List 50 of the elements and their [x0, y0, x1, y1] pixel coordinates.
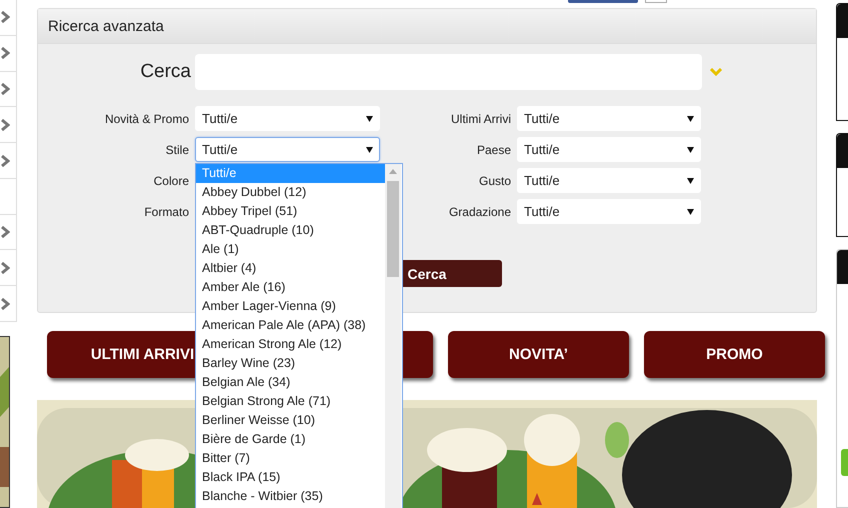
chevron-icon: [0, 118, 10, 131]
field-label: Formato: [143, 204, 190, 218]
chevron-icon: [0, 47, 10, 60]
scrollbar-thumb[interactable]: [387, 181, 399, 277]
select-field[interactable]: Tutti/e: [195, 137, 380, 162]
caret-icon: [687, 146, 694, 153]
field-label: Gusto: [478, 174, 512, 188]
field-label: Stile: [164, 142, 190, 156]
dropdown-option[interactable]: Belgian Strong Ale (71): [196, 392, 385, 411]
chevron-icon: [0, 82, 10, 95]
chevron-icon: [0, 262, 10, 274]
select-field[interactable]: Tutti/e: [517, 137, 701, 162]
nav-button[interactable]: NOVITA’: [448, 331, 629, 378]
chevron-icon: [0, 226, 10, 238]
dropdown-option[interactable]: Amber Lager-Vienna (9): [196, 297, 385, 316]
dropdown-option[interactable]: Bitter (7): [196, 449, 385, 468]
field-label: Novità & Promo: [104, 112, 190, 126]
field-label: Ultimi Arrivi: [450, 112, 512, 126]
dropdown-option[interactable]: Bière de Garde (1): [196, 430, 385, 449]
dropdown-option[interactable]: ABT-Quadruple (10): [196, 221, 385, 240]
caret-icon: [687, 177, 694, 184]
panel-title: Ricerca avanzata: [48, 18, 164, 34]
chevron-icon: [0, 11, 10, 24]
select-field[interactable]: Tutti/e: [195, 106, 380, 131]
select-field[interactable]: Tutti/e: [517, 106, 701, 131]
chevron-down-icon[interactable]: [710, 68, 722, 76]
sidebar-row[interactable]: [0, 178, 17, 215]
share-button[interactable]: [645, 0, 667, 3]
field-label: Gradazione: [448, 204, 512, 218]
dropdown-option[interactable]: Berliner Weisse (10): [196, 411, 385, 430]
caret-icon: [687, 115, 694, 122]
dropdown-option[interactable]: Abbey Dubbel (12): [196, 183, 385, 202]
scrollbar[interactable]: [385, 164, 401, 508]
scroll-up-icon[interactable]: [389, 169, 397, 174]
dropdown-option[interactable]: Black IPA (15): [196, 468, 385, 487]
chevron-icon: [0, 298, 10, 310]
chevron-icon: [0, 154, 10, 167]
share-button[interactable]: [568, 0, 638, 3]
search-label: Cerca: [139, 61, 192, 83]
select-field[interactable]: Tutti/e: [517, 168, 701, 193]
caret-icon: [687, 208, 694, 215]
select-field[interactable]: Tutti/e: [517, 199, 701, 224]
dropdown-option[interactable]: Abbey Tripel (51): [196, 202, 385, 221]
dropdown-option[interactable]: Ale (1): [196, 240, 385, 259]
field-label: Colore: [152, 174, 190, 188]
field-label: Paese: [476, 142, 512, 156]
nav-button[interactable]: PROMO: [644, 331, 825, 378]
caret-icon: [366, 146, 373, 153]
caret-icon: [366, 115, 373, 122]
dropdown-option[interactable]: Blanche - Witbier (35): [196, 487, 385, 506]
